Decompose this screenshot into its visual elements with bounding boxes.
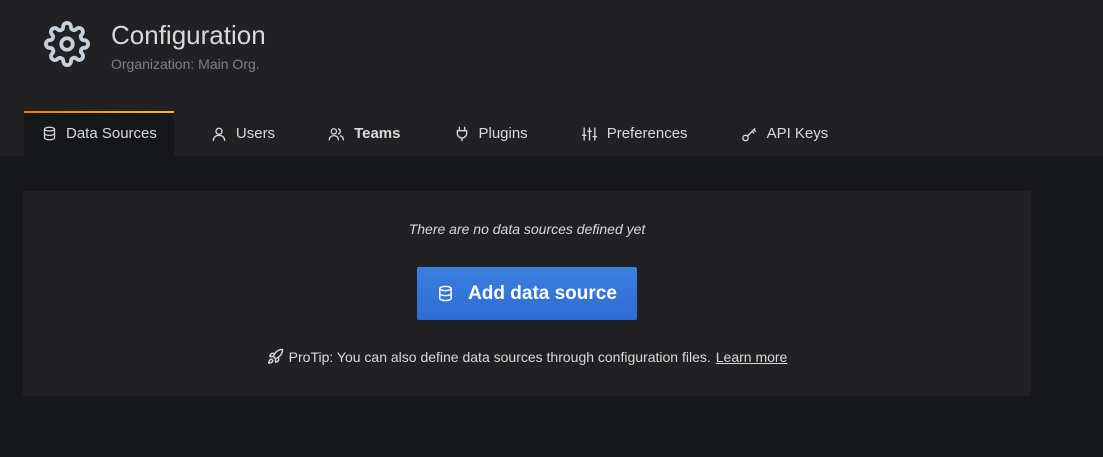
empty-state-panel: There are no data sources defined yet Ad… [23, 191, 1031, 396]
users-icon [328, 127, 345, 141]
tab-label: API Keys [766, 125, 829, 142]
tab-label: Users [235, 125, 276, 142]
empty-state-message: There are no data sources defined yet [408, 221, 646, 237]
tab-teams[interactable]: Teams [328, 111, 400, 156]
key-icon [741, 127, 756, 141]
add-data-source-button[interactable]: Add data source [417, 267, 637, 320]
learn-more-link[interactable]: Learn more [716, 349, 788, 365]
rocket-icon [267, 348, 283, 364]
config-tabs: Data Sources Users Teams Plugins Prefere… [24, 111, 828, 156]
database-icon [439, 285, 452, 302]
tab-label: Teams [354, 125, 401, 142]
protip-text: ProTip: You can also define data sources… [288, 348, 711, 365]
page-subtitle: Organization: Main Org. [111, 56, 260, 72]
sliders-icon [581, 126, 597, 141]
tab-plugins[interactable]: Plugins [455, 111, 528, 156]
tab-label: Data Sources [66, 125, 157, 142]
tab-data-sources[interactable]: Data Sources [24, 111, 174, 156]
add-data-source-label: Add data source [468, 282, 617, 304]
database-icon [43, 126, 56, 141]
user-icon [212, 127, 226, 141]
tab-preferences[interactable]: Preferences [581, 111, 688, 156]
tab-api-keys[interactable]: API Keys [741, 111, 829, 156]
page-header: Configuration Organization: Main Org. Da… [0, 0, 1103, 156]
tab-label: Preferences [606, 125, 688, 142]
page-title: Configuration [111, 20, 266, 50]
plug-icon [457, 126, 468, 141]
protip: ProTip: You can also define data sources… [23, 348, 1031, 365]
tab-label: Plugins [478, 125, 528, 142]
gear-icon [44, 21, 90, 67]
tab-users[interactable]: Users [211, 111, 275, 156]
